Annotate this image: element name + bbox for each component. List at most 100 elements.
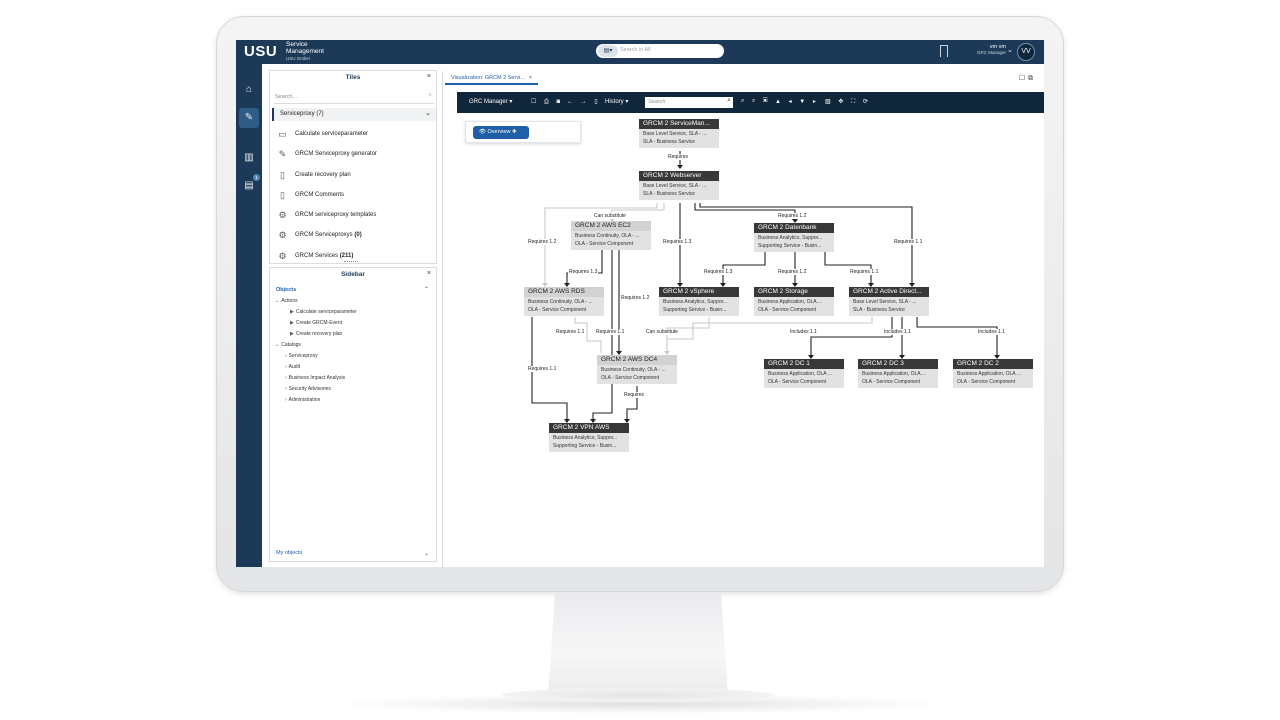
node-title: GRCM 2 ServiceMan...	[639, 119, 719, 129]
window-controls: ☐⧉	[1019, 74, 1036, 83]
node-line: OLA - Service Component	[575, 240, 634, 247]
tile-label: GRCM Services (211)	[295, 253, 353, 259]
tree-catalog-item[interactable]: › Business Impact Analysis	[285, 375, 345, 381]
node-line: Business Analytics, Suppor...	[758, 235, 823, 241]
node-line: OLA - Service Component	[528, 306, 587, 313]
tree-actions[interactable]: ⌄ Actions	[275, 298, 298, 304]
edge-label: Requires 1.1	[893, 239, 924, 245]
tile-serviceproxy-templates[interactable]: ⚙ GRCM serviceproxy templates	[276, 209, 434, 223]
tree-label: Administration	[288, 397, 321, 403]
view-tools[interactable]: ▧ ✥ ⛶ ⟳	[825, 98, 871, 106]
node-active-directory[interactable]: GRCM 2 Active Direct... Base Level Servi…	[849, 287, 929, 316]
grc-manager-dropdown[interactable]: GRC Manager ▾	[469, 98, 512, 105]
stage: USU Service Management USU GmbH ▤▾ Searc…	[0, 0, 1280, 720]
document-icon: ▯	[280, 190, 285, 200]
chevron-down-icon: ⌄	[275, 342, 280, 348]
node-line: Business Continuity, OLA - ...	[601, 367, 666, 373]
node-title: GRCM 2 DC 1	[764, 359, 844, 369]
tree-catalog-item[interactable]: › Administration	[285, 397, 320, 403]
overview-button[interactable]: 👁 Overview ✚	[473, 126, 529, 139]
zoom-tools[interactable]: ⌕ ⌕ ▣	[741, 98, 771, 105]
node-aws-ec2[interactable]: GRCM 2 AWS EC2 Business Continuity, OLA …	[571, 221, 651, 250]
node-servicemanager[interactable]: GRCM 2 ServiceMan... Base Level Service,…	[639, 119, 719, 148]
search-icon[interactable]: ⌕	[727, 97, 731, 105]
node-vsphere[interactable]: GRCM 2 vSphere Business Analytics, Suppo…	[659, 287, 739, 316]
usu-logo[interactable]: USU	[244, 43, 277, 60]
main-area: Visualization: GRCM 2 Servi... × ☐⧉ GRC M…	[442, 71, 1044, 567]
tab-visualization[interactable]: Visualization: GRCM 2 Servi... ×	[445, 73, 539, 85]
objects-section[interactable]: Objects	[276, 287, 296, 293]
tile-serviceproxy-generator[interactable]: ✎ GRCM Serviceproxy generator	[276, 148, 434, 162]
overview-label: Overview	[487, 129, 511, 135]
node-vpn-aws[interactable]: GRCM 2 VPN AWS Business Analytics, Suppo…	[549, 423, 629, 452]
node-dc2[interactable]: GRCM 2 DC 2 Business Application, OLA ..…	[953, 359, 1033, 388]
diagram-search-placeholder: Search	[648, 99, 666, 105]
home-icon[interactable]: ⌂	[239, 80, 259, 100]
search-scope-dropdown[interactable]: ▤▾	[598, 45, 618, 57]
maximize-icon[interactable]: ☐	[1019, 75, 1028, 82]
node-title: GRCM 2 Active Direct...	[849, 287, 929, 297]
edge-label: Can substitute	[645, 329, 679, 335]
node-line: Base Level Service, SLA - ...	[643, 131, 707, 137]
news-icon[interactable]: ▤ 1	[239, 174, 260, 196]
restore-icon[interactable]: ⧉	[1028, 75, 1036, 82]
tree-action-item[interactable]: ▶ Calculate serviceparameter	[290, 309, 357, 315]
play-icon: ▶	[290, 320, 294, 326]
node-aws-rds[interactable]: GRCM 2 AWS RDS Business Continuity, OLA …	[524, 287, 604, 316]
close-icon[interactable]: ×	[427, 73, 431, 80]
tile-create-recovery-plan[interactable]: ▯ Create recovery plan	[276, 169, 434, 183]
book-icon[interactable]: ▥	[239, 148, 259, 168]
undo-redo-tools[interactable]: ← → ▯	[567, 98, 601, 105]
tree-label: Catalogs	[281, 342, 301, 348]
tree-catalog-item[interactable]: › Security Advisories	[285, 386, 331, 392]
tree-catalog-item[interactable]: › Serviceproxy	[285, 353, 318, 359]
layout-tools[interactable]: ▲ ◂ ▼ ▸	[775, 98, 819, 105]
user-menu[interactable]: vm vm GRC Manager	[974, 44, 1006, 56]
tile-calculate-serviceparameter[interactable]: ▭ Calculate serviceparameter	[276, 128, 434, 142]
node-dc3[interactable]: GRCM 2 DC 3 Business Application, OLA ..…	[858, 359, 938, 388]
tree-label: Serviceproxy	[288, 353, 318, 359]
node-title: GRCM 2 AWS DC4	[597, 355, 677, 365]
edge-label: Includes 1.1	[883, 329, 912, 335]
chevron-down-icon[interactable]: ⌄	[424, 550, 429, 557]
node-storage[interactable]: GRCM 2 Storage Business Application, OLA…	[754, 287, 834, 316]
node-line: Supporting Service - Busin...	[553, 442, 617, 449]
avatar[interactable]: VV	[1017, 43, 1035, 61]
tree-action-item[interactable]: ▶ Create GRCM-Event	[290, 320, 342, 326]
node-aws-dc4[interactable]: GRCM 2 AWS DC4 Business Continuity, OLA …	[597, 355, 677, 384]
chevron-up-icon[interactable]: ⌃	[424, 286, 429, 293]
node-webserver[interactable]: GRCM 2 Webserver Base Level Service, SLA…	[639, 171, 719, 200]
tile-grcm-comments[interactable]: ▯ GRCM Comments	[276, 189, 434, 203]
node-title: GRCM 2 AWS EC2	[571, 221, 651, 231]
diagram-edges	[531, 151, 1000, 423]
manager-label: GRC Manager	[469, 99, 508, 105]
tree-catalog-item[interactable]: › Audit	[285, 364, 300, 370]
tiles-group-dropdown[interactable]: Serviceproxy (7) ⌄	[272, 108, 436, 121]
chevron-down-icon[interactable]: ⌄	[1007, 46, 1013, 54]
sidebar-panel: Sidebar × Objects ⌃ ⌄ Actions ▶ Calculate …	[269, 267, 437, 562]
tree-action-item[interactable]: ▶ Create recovery plan	[290, 331, 342, 337]
diagram-canvas[interactable]: 👁 Overview ✚ Requires Can substitute Req…	[457, 113, 1044, 567]
node-dc1[interactable]: GRCM 2 DC 1 Business Application, OLA ..…	[764, 359, 844, 388]
history-dropdown[interactable]: History ▾	[605, 98, 628, 105]
node-line: OLA - Service Component	[957, 378, 1016, 385]
diagram-search-input[interactable]: Search ⌕	[645, 97, 733, 108]
my-objects-section[interactable]: My objects	[276, 550, 302, 556]
panel-splitter-handle[interactable]	[344, 261, 358, 263]
clear-icon[interactable]: ×	[428, 92, 432, 99]
global-search-input[interactable]: ▤▾ Search in All	[596, 44, 724, 58]
tile-grcm-serviceproxys[interactable]: ⚙ GRCM Serviceproxys (0)	[276, 229, 434, 243]
close-icon[interactable]: ×	[529, 75, 532, 81]
tiles-title: Tiles	[345, 74, 361, 81]
tiles-search-input[interactable]: Search... ×	[274, 90, 434, 104]
tree-catalogs[interactable]: ⌄ Catalogs	[275, 342, 301, 348]
tile-label: GRCM Comments	[295, 192, 345, 198]
node-title: GRCM 2 Webserver	[639, 171, 719, 181]
node-title: GRCM 2 Datenbank	[754, 223, 834, 233]
edit-icon[interactable]: ✎	[239, 108, 259, 128]
file-tools[interactable]: ☐ ⎙ ◙	[531, 98, 563, 106]
bookmark-icon[interactable]	[940, 45, 948, 57]
tile-label: GRCM Serviceproxy generator	[295, 151, 378, 157]
close-icon[interactable]: ×	[427, 270, 431, 277]
node-datenbank[interactable]: GRCM 2 Datenbank Business Analytics, Sup…	[754, 223, 834, 252]
